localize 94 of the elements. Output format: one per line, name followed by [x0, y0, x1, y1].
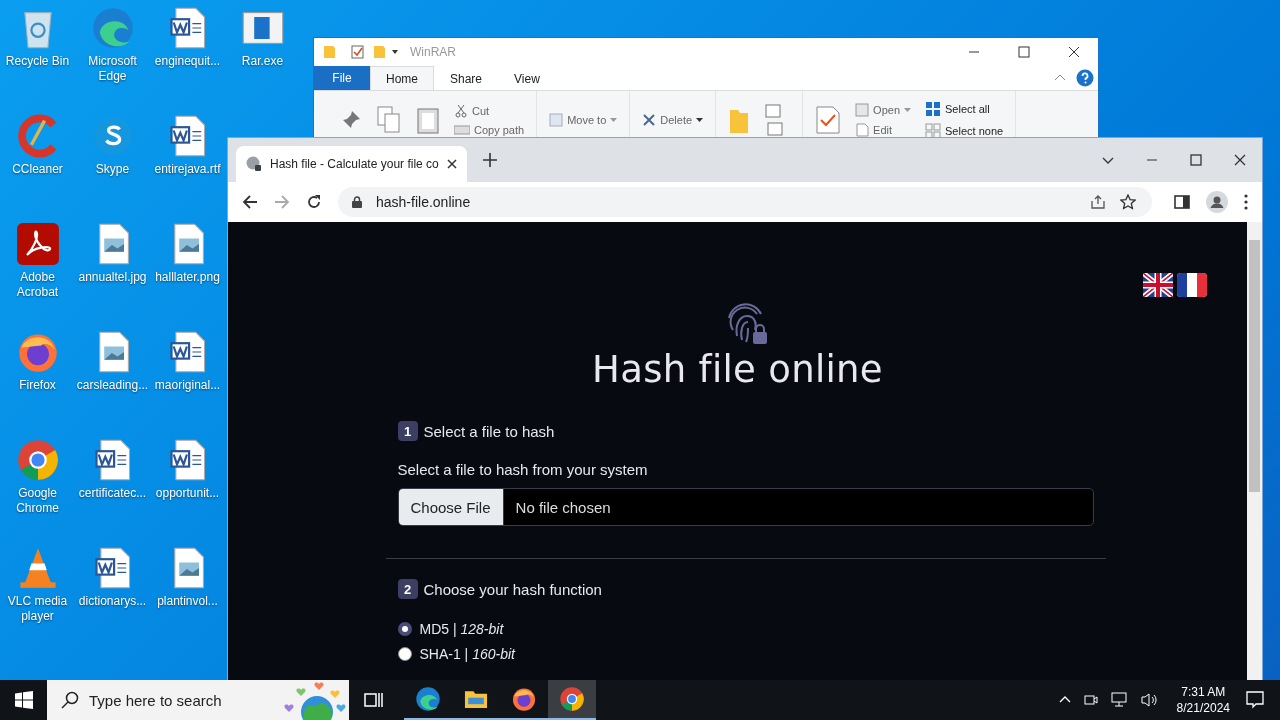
browser-tab[interactable]: Hash file - Calculate your file co: [236, 146, 467, 182]
globe-lock-icon: [246, 156, 262, 172]
radio-label[interactable]: MD5 | 128-bit: [419, 621, 504, 637]
select-all-icon: [925, 100, 941, 117]
address-bar[interactable]: hash-file.online: [338, 187, 1152, 217]
path-icon: [454, 124, 470, 135]
select-all-button[interactable]: Select all: [925, 100, 1004, 117]
edit-button[interactable]: Edit: [855, 122, 911, 137]
desktop-icon[interactable]: halllater.png: [150, 222, 225, 330]
taskbar-app[interactable]: [548, 680, 596, 720]
search-field[interactable]: Type here to search: [87, 690, 271, 710]
desktop-icon[interactable]: Firefox: [0, 330, 75, 438]
radio-button[interactable]: [397, 647, 412, 661]
tab-title: Hash file - Calculate your file co: [270, 157, 439, 171]
acrobat-icon: [15, 222, 60, 266]
file-status: No file chosen: [514, 498, 611, 516]
step-heading: Select a file to hash: [423, 422, 555, 440]
file-field[interactable]: Choose File No file chosen: [397, 488, 1094, 526]
notification-icon[interactable]: [1246, 691, 1264, 709]
select-none-icon: [925, 122, 941, 139]
desktop-icon[interactable]: VLC media player: [0, 546, 75, 654]
help-icon[interactable]: [1076, 69, 1094, 87]
caret-icon: [696, 117, 704, 122]
open-button[interactable]: Open: [855, 102, 911, 117]
window-title: WinRAR: [410, 45, 456, 59]
clock-date[interactable]: 8/21/2024: [1176, 700, 1230, 716]
desktop-icon[interactable]: carsleading...: [75, 330, 150, 438]
lock-icon: [352, 196, 362, 208]
reload-icon[interactable]: [306, 194, 322, 210]
maximize-icon[interactable]: [1190, 154, 1202, 166]
task-view-icon[interactable]: [364, 691, 384, 709]
close-icon[interactable]: [1234, 154, 1246, 166]
delete-button[interactable]: Delete: [642, 112, 704, 127]
desktop-icon[interactable]: opportunit...: [150, 438, 225, 546]
star-icon[interactable]: [1120, 194, 1136, 210]
chrome-icon: [15, 438, 60, 482]
cut-button[interactable]: Cut: [454, 103, 525, 118]
speaker-icon[interactable]: [1140, 692, 1159, 708]
search-icon: [61, 691, 79, 709]
select-none-button[interactable]: Select none: [925, 122, 1004, 139]
radio-button[interactable]: [397, 622, 412, 636]
windows-start-icon[interactable]: [15, 691, 33, 709]
profile-avatar-icon[interactable]: [1206, 191, 1228, 213]
desktop-icon[interactable]: maoriginal...: [150, 330, 225, 438]
field-label: Select a file to hash from your system: [397, 461, 649, 478]
desktop-icon[interactable]: Microsoft Edge: [75, 6, 150, 114]
edge-icon: [415, 686, 441, 712]
desktop-icon[interactable]: Google Chrome: [0, 438, 75, 546]
step-heading: Choose your hash function: [423, 580, 602, 598]
network-icon[interactable]: [1110, 692, 1129, 708]
firefox-icon: [511, 686, 537, 712]
close-icon[interactable]: [446, 159, 457, 169]
side-panel-icon[interactable]: [1174, 194, 1190, 210]
delete-icon: [642, 112, 657, 127]
open-icon: [855, 102, 870, 117]
edge-icon: [90, 6, 135, 50]
ribbon-tab[interactable]: File: [314, 66, 370, 90]
desktop-icon[interactable]: Recycle Bin: [0, 6, 75, 114]
choose-file-button[interactable]: Choose File: [398, 489, 504, 525]
desktop-icon[interactable]: enginequit...: [150, 6, 225, 114]
share-icon[interactable]: [1090, 194, 1106, 210]
france-flag-icon[interactable]: [1177, 273, 1207, 297]
desktop-icon[interactable]: entirejava.rtf: [150, 114, 225, 222]
desktop-icon[interactable]: CCleaner: [0, 114, 75, 222]
clock-time[interactable]: 7:31 AM: [1181, 684, 1226, 700]
desktop-icon[interactable]: Skype: [75, 114, 150, 222]
scrollbar-thumb[interactable]: [1249, 240, 1260, 492]
scissors-icon: [454, 103, 468, 118]
checklist-icon[interactable]: [815, 104, 842, 135]
maximize-icon[interactable]: [1018, 46, 1030, 58]
camera-icon[interactable]: [1082, 692, 1099, 708]
caret-icon: [610, 117, 618, 122]
back-icon[interactable]: [242, 194, 258, 210]
ribbon-tab[interactable]: Home: [370, 66, 434, 90]
taskbar-search-bar[interactable]: Type here to search: [47, 680, 349, 720]
chrome-icon: [559, 686, 585, 712]
move-to-button[interactable]: Move to: [549, 112, 618, 127]
desktop-icon[interactable]: Rar.exe: [225, 6, 300, 114]
more-menu-icon[interactable]: [1244, 194, 1248, 210]
desktop-icon[interactable]: plantinvol...: [150, 546, 225, 654]
step-number: 1: [397, 421, 418, 441]
radio-label[interactable]: SHA-1 | 160-bit: [419, 646, 515, 662]
new-tab-icon[interactable]: [482, 153, 497, 167]
uk-flag-icon[interactable]: [1143, 273, 1173, 297]
close-icon[interactable]: [1068, 46, 1080, 58]
page-title: Hash file online: [592, 348, 883, 391]
desktop-icon[interactable]: Adobe Acrobat: [0, 222, 75, 330]
caret-icon: [904, 107, 911, 112]
move-icon: [549, 112, 564, 127]
copy-path-button[interactable]: Copy path: [454, 123, 525, 136]
step-number: 2: [397, 579, 418, 599]
desktop-icon[interactable]: annualtel.jpg: [75, 222, 150, 330]
desktop-icon[interactable]: dictionarys...: [75, 546, 150, 654]
desktop-icon[interactable]: certificatec...: [75, 438, 150, 546]
